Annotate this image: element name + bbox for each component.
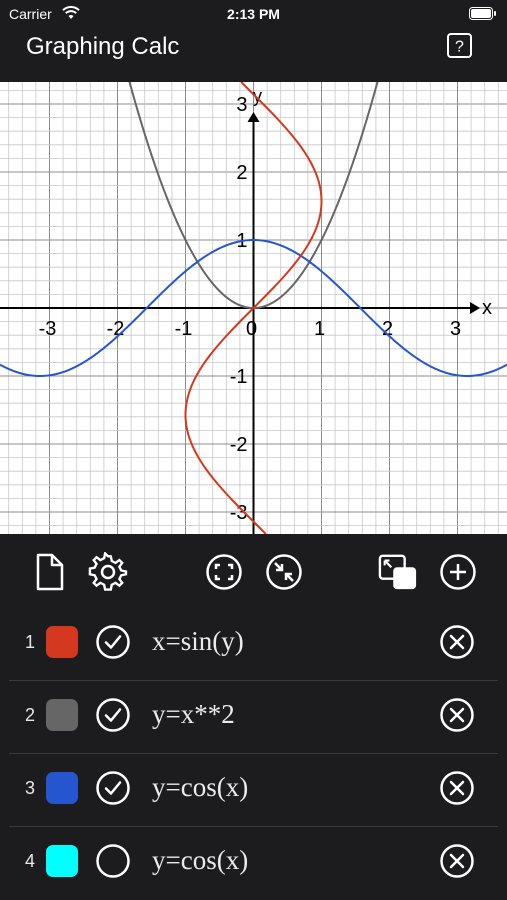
- delete-icon[interactable]: [440, 625, 474, 659]
- app-title: Graphing Calc: [26, 33, 180, 60]
- equation-row: 2 y=x**2: [0, 681, 507, 754]
- color-swatch[interactable]: [46, 699, 78, 731]
- y-tick-label: -2: [230, 434, 248, 456]
- fit-view-icon[interactable]: [204, 552, 244, 592]
- color-swatch[interactable]: [46, 845, 78, 877]
- delete-icon[interactable]: [440, 698, 474, 732]
- x-axis-arrow: [470, 302, 480, 314]
- enable-toggle-icon[interactable]: [96, 698, 130, 732]
- equation-index: 1: [25, 632, 36, 652]
- equation-row: 4 y=cos(x): [0, 827, 507, 900]
- help-icon[interactable]: ?: [447, 33, 472, 58]
- new-file-icon[interactable]: [29, 552, 69, 592]
- equation-expression[interactable]: y=cos(x): [152, 845, 248, 876]
- equation-index: 2: [25, 705, 36, 725]
- equation-expression[interactable]: y=x**2: [152, 699, 235, 730]
- equation-row: 3 y=cos(x): [0, 754, 507, 827]
- y-axis-arrow: [247, 112, 260, 122]
- toolbar: [0, 534, 507, 610]
- enable-toggle-icon[interactable]: [96, 844, 130, 878]
- enable-toggle-icon[interactable]: [96, 771, 130, 805]
- shrink-view-icon[interactable]: [264, 552, 304, 592]
- graph-canvas[interactable]: -3 -2 -1 0 1 2 3 3 2 1 -1 -2 -3 x y: [0, 82, 507, 534]
- enable-toggle-icon[interactable]: [96, 625, 130, 659]
- equation-index: 4: [25, 851, 36, 871]
- nav-bar: Graphing Calc ?: [0, 28, 507, 82]
- equation-row: 1 x=sin(y): [0, 608, 507, 681]
- settings-gear-icon[interactable]: [88, 552, 128, 592]
- x-tick-label: -2: [107, 318, 125, 340]
- overlay-icon[interactable]: [378, 552, 418, 592]
- battery-icon: [469, 7, 497, 23]
- x-axis-label: x: [482, 297, 492, 319]
- x-tick-label: -1: [175, 318, 193, 340]
- y-tick-label: -1: [230, 366, 248, 388]
- x-tick-label: -3: [39, 318, 57, 340]
- x-tick-label: 1: [314, 318, 325, 340]
- color-swatch[interactable]: [46, 626, 78, 658]
- equation-list: 1 x=sin(y) 2 y=x**2 3 y=cos(x) 4 y=cos(x…: [0, 608, 507, 900]
- equation-expression[interactable]: x=sin(y): [152, 626, 244, 657]
- x-tick-label: 3: [450, 318, 461, 340]
- y-tick-label: 3: [236, 94, 247, 116]
- graph-svg[interactable]: -3 -2 -1 0 1 2 3321-1-2-3xy: [0, 82, 507, 534]
- equation-expression[interactable]: y=cos(x): [152, 772, 248, 803]
- svg-text:?: ?: [455, 39, 464, 56]
- clock: 2:13 PM: [227, 6, 280, 22]
- delete-icon[interactable]: [440, 844, 474, 878]
- color-swatch[interactable]: [46, 772, 78, 804]
- equation-index: 3: [25, 778, 36, 798]
- x-tick-label: 0: [246, 318, 257, 340]
- y-tick-label: 2: [236, 162, 247, 184]
- add-icon[interactable]: [438, 552, 478, 592]
- status-bar: Carrier 2:13 PM: [0, 0, 507, 28]
- delete-icon[interactable]: [440, 771, 474, 805]
